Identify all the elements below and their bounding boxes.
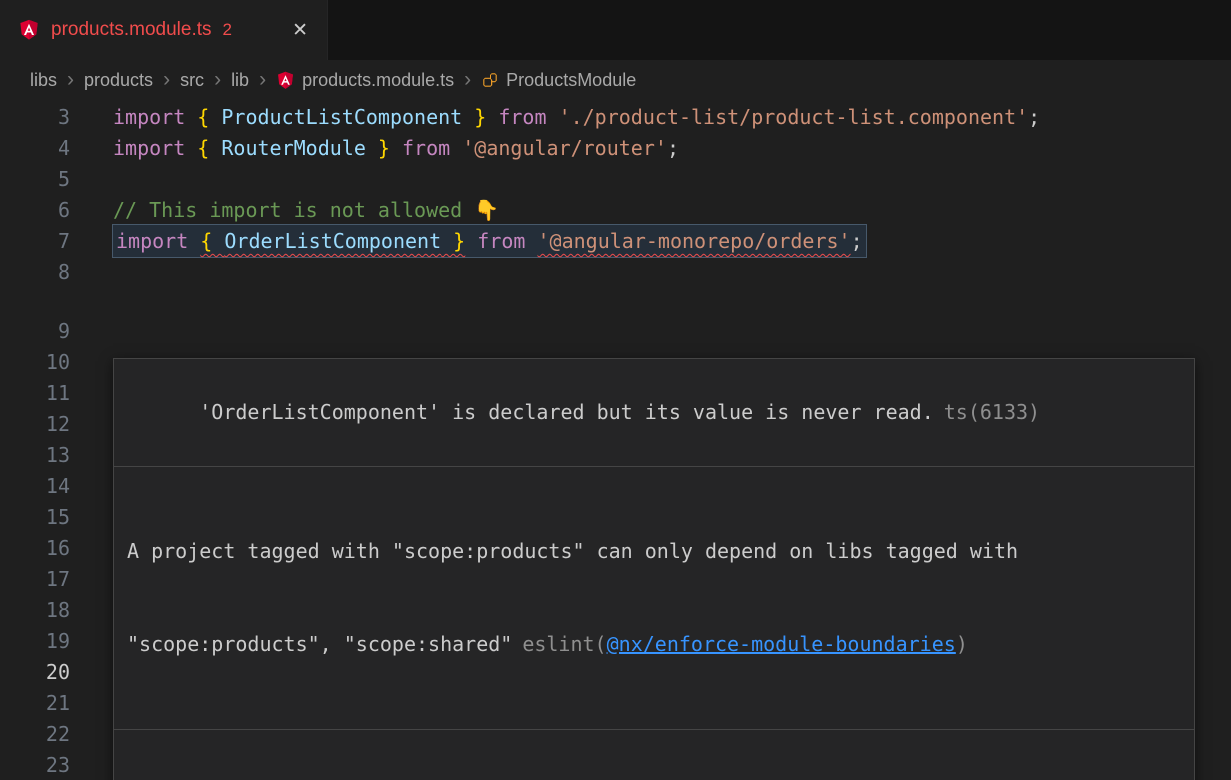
chevron-right-icon: › (464, 71, 471, 89)
symbol-class-icon (481, 71, 499, 89)
code-content (70, 471, 113, 502)
tab-title: products.module.ts (51, 19, 212, 41)
code-content: import { ProductListComponent } from './… (70, 102, 1040, 133)
code-line-8[interactable]: 8 (0, 257, 1231, 288)
line-number[interactable]: 4 (0, 133, 70, 164)
line-number[interactable]: 12 (0, 409, 70, 440)
diagnostic-source: ts(6133) (944, 400, 1040, 424)
line-number[interactable]: 14 (0, 471, 70, 502)
line-number[interactable]: 7 (0, 226, 70, 257)
line-number[interactable]: 18 (0, 595, 70, 626)
line-number[interactable]: 22 (0, 719, 70, 750)
eslint-diagnostic-message: A project tagged with "scope:products" c… (114, 467, 1194, 730)
breadcrumb-symbol[interactable]: ProductsModule (506, 70, 636, 91)
code-line-5[interactable]: 5 (0, 164, 1231, 195)
chevron-right-icon: › (259, 71, 266, 89)
code-content (70, 164, 113, 195)
diagnostic-source-suffix: ) (956, 632, 968, 656)
line-number[interactable]: 19 (0, 626, 70, 657)
code-editor[interactable]: 3import { ProductListComponent } from '.… (0, 100, 1231, 780)
line-number[interactable]: 13 (0, 440, 70, 471)
breadcrumb: libs › products › src › lib › products.m… (0, 60, 1231, 100)
ts-diagnostic-message: 'OrderListComponent' is declared but its… (114, 359, 1194, 467)
problem-hover-popup: 'OrderListComponent' is declared but its… (113, 358, 1195, 780)
line-number[interactable]: 8 (0, 257, 70, 288)
code-content: import { OrderListComponent } from '@ang… (70, 226, 866, 257)
line-number[interactable]: 9 (0, 316, 70, 347)
line-number[interactable]: 11 (0, 378, 70, 409)
line-number[interactable]: 15 (0, 502, 70, 533)
breadcrumb-src[interactable]: src (180, 70, 204, 91)
code-content (70, 378, 113, 409)
code-content (70, 347, 113, 378)
line-number[interactable]: 3 (0, 102, 70, 133)
tab-bar: products.module.ts 2 ✕ (0, 0, 1231, 60)
angular-icon (276, 71, 295, 90)
chevron-right-icon: › (67, 71, 74, 89)
code-line-4[interactable]: 4import { RouterModule } from '@angular/… (0, 133, 1231, 164)
breadcrumb-products[interactable]: products (84, 70, 153, 91)
angular-icon (18, 19, 40, 41)
chevron-right-icon: › (163, 71, 170, 89)
breadcrumb-file[interactable]: products.module.ts (302, 70, 454, 91)
diagnostic-source-prefix: eslint( (522, 632, 606, 656)
eslint-rule-link[interactable]: @nx/enforce-module-boundaries (607, 632, 956, 656)
code-line-6[interactable]: 6// This import is not allowed 👇 (0, 195, 1231, 226)
code-line-3[interactable]: 3import { ProductListComponent } from '.… (0, 102, 1231, 133)
code-content (70, 316, 113, 347)
error-range-highlight: import { OrderListComponent } from '@ang… (113, 225, 866, 257)
diagnostic-text-line2: "scope:products", "scope:shared" (127, 632, 512, 656)
chevron-right-icon: › (214, 71, 221, 89)
breadcrumb-lib[interactable]: lib (231, 70, 249, 91)
line-number[interactable]: 6 (0, 195, 70, 226)
module-path-block: module "/Users/isaac/Documents/code/nx-r… (114, 730, 1194, 780)
close-icon[interactable]: ✕ (287, 17, 313, 44)
line-number[interactable]: 17 (0, 564, 70, 595)
line-number[interactable]: 16 (0, 533, 70, 564)
code-content (70, 257, 113, 288)
breadcrumb-libs[interactable]: libs (30, 70, 57, 91)
line-number[interactable]: 23 (0, 750, 70, 780)
code-content: import { RouterModule } from '@angular/r… (70, 133, 679, 164)
code-content: // This import is not allowed 👇 (70, 195, 499, 226)
code-content (70, 409, 113, 440)
tab-problem-count-badge: 2 (223, 20, 232, 40)
diagnostic-text-line1: A project tagged with "scope:products" c… (127, 539, 1018, 563)
code-line-9[interactable]: 9 (0, 316, 1231, 347)
diagnostic-text: 'OrderListComponent' is declared but its… (199, 400, 934, 424)
tab-products-module-ts[interactable]: products.module.ts 2 ✕ (0, 0, 328, 60)
line-number[interactable]: 20 (0, 657, 70, 688)
code-line-7[interactable]: 7 import { OrderListComponent } from '@an… (0, 226, 1231, 257)
code-content (70, 440, 113, 471)
code-content (70, 750, 113, 780)
line-number[interactable]: 21 (0, 688, 70, 719)
line-number[interactable]: 10 (0, 347, 70, 378)
line-number[interactable]: 5 (0, 164, 70, 195)
